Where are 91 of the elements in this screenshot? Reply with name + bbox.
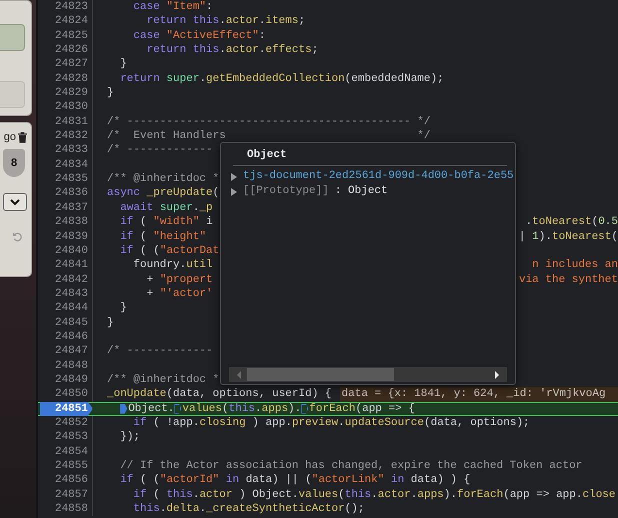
- line-number: 24854: [40, 444, 93, 459]
- line-number: 24830: [40, 100, 93, 115]
- code-line: foundry.util: [132, 258, 213, 273]
- line-number: 24832: [40, 129, 93, 144]
- code-text: Object.: [128, 402, 174, 416]
- breakpoint-marker-icon[interactable]: [120, 404, 128, 414]
- code-line: /** @inheritdoc *: [107, 172, 220, 186]
- trash-icon[interactable]: [18, 132, 27, 142]
- line-number: 24856: [40, 473, 93, 488]
- tree-row[interactable]: tjs-document-2ed2561d-909d-4d00-b0fa-2e55: [231, 169, 514, 184]
- code-line: case "ActiveEffect":: [132, 28, 266, 44]
- code-line: // If the Actor association has changed, expire the cached Token actor: [119, 459, 582, 474]
- code-line: if ( "height": [119, 230, 206, 244]
- line-number: 24827: [40, 57, 93, 72]
- line-number: 24846: [40, 330, 93, 344]
- tooltip-title: Object: [246, 148, 287, 162]
- code-line: return this.actor.effects;: [146, 43, 318, 58]
- scroll-left-icon[interactable]: [235, 370, 243, 380]
- line-number: 24853: [40, 430, 93, 445]
- tree-row[interactable]: [[Prototype]] : Object: [231, 184, 388, 199]
- code-line: if ( ("actorId" in data) || ("actorLink" in data) ) {: [119, 473, 470, 488]
- code-line: }: [119, 301, 127, 316]
- line-number: 24843: [40, 286, 93, 302]
- code-line: | 1).toNearest(: [518, 230, 618, 244]
- code-line: }: [107, 86, 114, 100]
- undo-icon[interactable]: [12, 231, 23, 242]
- line-number: 24848: [40, 358, 93, 373]
- line-number: 24842: [40, 272, 93, 287]
- line-number: 24834: [40, 158, 93, 172]
- line-number: 24838: [40, 215, 93, 230]
- line-number: 24857: [40, 488, 93, 502]
- line-number: 24855: [40, 459, 93, 474]
- breakpoint-marker-icon[interactable]: [301, 404, 308, 414]
- input-field[interactable]: [0, 81, 25, 108]
- code-line: /* Event Handlers */: [107, 129, 430, 144]
- dropdown[interactable]: [3, 193, 27, 211]
- line-number: 24858: [40, 502, 93, 516]
- item-label: go: [4, 131, 16, 143]
- code-line: /** @inheritdoc *: [107, 372, 220, 388]
- line-number: 24833: [40, 143, 93, 158]
- breakpoint-marker-icon[interactable]: [174, 404, 182, 414]
- execution-line-number: 24851: [40, 402, 93, 416]
- code-line: }: [107, 316, 114, 330]
- code-line: if ( this.actor ) Object.values(this.actor.apps).forEach(app => app.close: [132, 488, 616, 502]
- line-number: 24841: [40, 258, 93, 273]
- code-line: return this.actor.items;: [146, 14, 306, 29]
- code-line: /* -------------: [107, 344, 213, 359]
- horizontal-scrollbar[interactable]: [229, 367, 507, 382]
- code-text: values(this.apps).: [182, 402, 302, 416]
- line-number: 24844: [40, 301, 93, 316]
- line-number: 24847: [40, 344, 93, 359]
- line-number: 24829: [40, 86, 93, 100]
- code-line: n includes an: [532, 258, 618, 273]
- chevron-icon: [8, 197, 22, 207]
- scrollbar-thumb[interactable]: [247, 368, 394, 381]
- code-line: if ( ("actorDat: [119, 244, 220, 258]
- line-number: 24845: [40, 316, 93, 330]
- code-line: this.delta._createSyntheticActor();: [132, 502, 364, 516]
- line-number: 24824: [40, 14, 93, 29]
- line-number: 24836: [40, 186, 93, 201]
- code-line: if ( !app.closing ) app.preview.updateSource(data, options);: [132, 416, 530, 430]
- code-text: forEach(app => {: [309, 402, 415, 416]
- code-line: _onUpdate(data, options, userId) {: [107, 387, 332, 402]
- line-number: 24840: [40, 244, 93, 258]
- code-line: return super.getEmbeddedCollection(embeddedName);: [119, 72, 444, 86]
- line-number: 24823: [40, 0, 93, 14]
- code-line: }: [119, 57, 127, 72]
- code-line: via the synthet: [518, 272, 618, 287]
- line-number: 24831: [40, 114, 93, 130]
- code-line: .toNearest(0.5: [526, 215, 618, 230]
- inline-value: data = {x: 1841, y: 624, _id: 'rVmjkvoAg: [340, 387, 618, 402]
- line-number: 24839: [40, 230, 93, 244]
- line-number: 24849: [40, 372, 93, 388]
- code-line: await super._p: [119, 200, 213, 216]
- code-line: + "propert: [146, 272, 213, 287]
- code-line: if ( "width" i: [119, 215, 213, 230]
- code-line: case "Item":: [132, 0, 213, 14]
- code-line: /* ------------------------------------------- */: [107, 114, 430, 130]
- line-number: 24826: [40, 43, 93, 58]
- line-number: 24828: [40, 72, 93, 86]
- scroll-right-icon[interactable]: [493, 370, 501, 380]
- line-number: 24835: [40, 172, 93, 186]
- line-number: 24852: [40, 416, 93, 430]
- line-number: 24837: [40, 200, 93, 216]
- shield-badge: 8: [3, 149, 25, 177]
- code-line: });: [119, 430, 140, 445]
- line-number: 24825: [40, 28, 93, 44]
- code-line: + "'actor': [146, 286, 213, 302]
- input-field[interactable]: [0, 24, 25, 51]
- code-line: async _preUpdate(: [107, 186, 220, 201]
- code-line: /* -------------: [107, 143, 213, 158]
